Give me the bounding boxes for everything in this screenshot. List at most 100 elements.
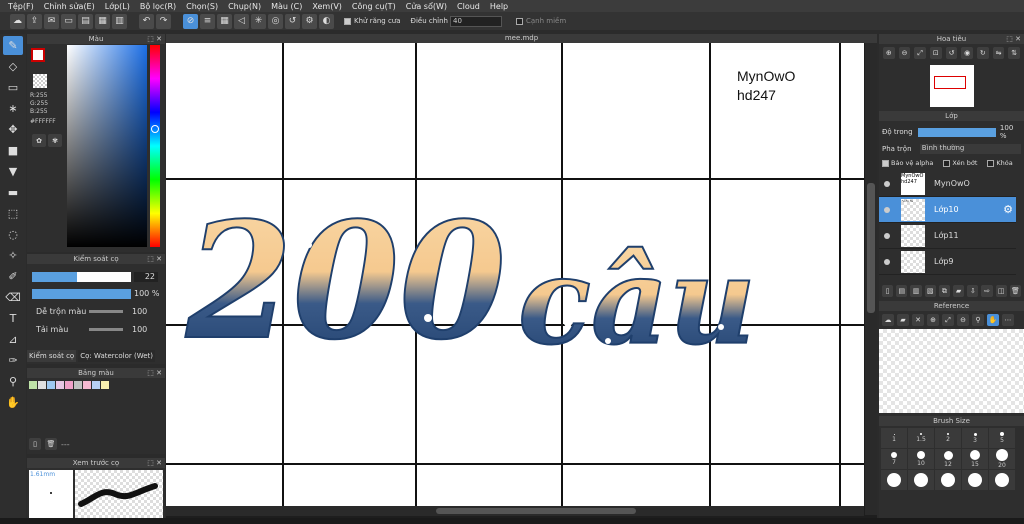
menu-item[interactable]: Chụp(N) [228, 2, 261, 11]
visibility-icon[interactable] [884, 180, 890, 187]
select-eraser-icon[interactable]: ⌫ [3, 288, 23, 307]
hand-icon[interactable]: ✋ [987, 314, 999, 326]
new-1bit-layer-icon[interactable]: ▧ [924, 285, 936, 297]
cloud-upload-icon[interactable]: ☁ [882, 314, 894, 326]
layer-opacity-slider[interactable] [918, 127, 996, 137]
palette-swatch[interactable] [29, 381, 37, 389]
divide-tool-icon[interactable]: ⊿ [3, 330, 23, 349]
rotate-right-icon[interactable]: ↻ [977, 47, 989, 59]
layer-item[interactable]: Lớp11 [879, 223, 1016, 249]
brush-size-cell[interactable] [881, 470, 907, 490]
dot-tool-icon[interactable]: ∗ [3, 99, 23, 118]
horizontal-scrollbar[interactable] [166, 506, 864, 516]
menu-item[interactable]: Help [490, 2, 508, 11]
zoom-out-icon[interactable]: ⊖ [957, 314, 969, 326]
tab-brush-type[interactable]: Cọ: Watercolor (Wet) [78, 350, 155, 362]
brush-size-cell[interactable]: 1.5 [908, 428, 934, 448]
vertical-scrollbar[interactable] [865, 43, 877, 515]
transparent-swatch[interactable] [33, 74, 47, 88]
palette-swatch[interactable] [47, 381, 55, 389]
menu-item[interactable]: Bộ lọc(R) [140, 2, 176, 11]
palette-swatch[interactable] [74, 381, 82, 389]
color-set-icon[interactable]: ✾ [48, 134, 62, 147]
gradient-icon[interactable]: ▬ [3, 183, 23, 202]
export-icon[interactable]: ⇪ [27, 13, 42, 29]
tab-brush-control[interactable]: Kiểm soát cọ [27, 350, 77, 362]
visibility-icon[interactable] [884, 206, 890, 213]
menu-item[interactable]: Cửa sổ(W) [406, 2, 447, 11]
snap-circle-icon[interactable]: ◎ [268, 13, 283, 29]
eyedropper-icon[interactable]: ⚲ [972, 314, 984, 326]
opacity-slider[interactable] [32, 289, 131, 299]
menu-item[interactable]: Công cụ(T) [352, 2, 396, 11]
palette-swatch[interactable] [92, 381, 100, 389]
grid-page-icon[interactable]: ▦ [95, 13, 110, 29]
trash-icon[interactable]: 🗑 [45, 438, 57, 450]
panel-controls-icon[interactable]: ⬚ ✕ [147, 368, 162, 378]
page-icon[interactable]: ▤ [78, 13, 93, 29]
mask-icon[interactable]: ◫ [995, 285, 1007, 297]
chat-icon[interactable]: ✉ [44, 13, 59, 29]
color-square[interactable] [67, 45, 147, 247]
visibility-icon[interactable] [884, 232, 890, 239]
brush-tool-icon[interactable]: ✎ [3, 36, 23, 55]
brush-size-cell[interactable]: 1 [881, 428, 907, 448]
brush-size-cell[interactable] [989, 470, 1015, 490]
opacity-value[interactable]: 100 % [134, 289, 162, 299]
menu-item[interactable]: Chỉnh sửa(E) [44, 2, 95, 11]
menu-item[interactable]: Chọn(S) [186, 2, 218, 11]
bucket-icon[interactable]: ▼ [3, 162, 23, 181]
lasso-icon[interactable]: ◌ [3, 225, 23, 244]
cloud-icon[interactable]: ☁ [10, 13, 25, 29]
gear-icon[interactable]: ⚙ [1003, 203, 1013, 216]
menu-item[interactable]: Xem(V) [312, 2, 342, 11]
brush-size-cell[interactable]: 7 [881, 449, 907, 469]
select-pen-icon[interactable]: ✐ [3, 267, 23, 286]
zoom-in-icon[interactable]: ⊕ [883, 47, 895, 59]
transfer-icon[interactable]: ⇨ [981, 285, 993, 297]
frame-icon[interactable]: ▥ [112, 13, 127, 29]
palette-swatch[interactable] [38, 381, 46, 389]
canvas[interactable]: 200 câu MynOwO hd247 [166, 43, 864, 515]
snap-vanish-icon[interactable]: ◁ [234, 13, 249, 29]
brush-size-cell[interactable]: 2 [935, 428, 961, 448]
clip-checkbox[interactable]: Xén bớt [943, 159, 977, 167]
brush-size-cell[interactable] [908, 470, 934, 490]
panel-controls-icon[interactable]: ⬚ ✕ [1006, 34, 1021, 44]
layer-item[interactable]: ~~~ Lớp10 ⚙ [879, 197, 1016, 223]
undo-icon[interactable]: ↶ [139, 13, 154, 29]
brush-size-cell[interactable] [935, 470, 961, 490]
brush-size-cell[interactable]: 5 [989, 428, 1015, 448]
menu-item[interactable]: Lớp(L) [105, 2, 130, 11]
navigator-preview[interactable] [929, 65, 974, 107]
brush-size-cell[interactable]: 12 [935, 449, 961, 469]
size-slider[interactable] [32, 272, 131, 282]
brush-size-cell[interactable] [962, 470, 988, 490]
size-value[interactable]: 22 [134, 272, 158, 282]
antialias-checkbox[interactable]: Khử răng cưa [344, 17, 401, 25]
eraser-tool-icon[interactable]: ◇ [3, 57, 23, 76]
select-icon[interactable]: ⬚ [3, 204, 23, 223]
panel-controls-icon[interactable]: ⬚ ✕ [147, 458, 162, 468]
settings-icon[interactable]: ⚙ [302, 13, 317, 29]
panel-controls-icon[interactable]: ⬚ ✕ [147, 254, 162, 264]
lock-checkbox[interactable]: Khóa [987, 159, 1013, 167]
visibility-icon[interactable] [884, 258, 890, 265]
hue-handle-icon[interactable] [151, 125, 159, 133]
new-halftone-layer-icon[interactable]: ▤ [896, 285, 908, 297]
open-folder-icon[interactable]: ▰ [897, 314, 909, 326]
fit-icon[interactable]: ⤢ [914, 47, 927, 59]
palette-swatch[interactable] [83, 381, 91, 389]
palette-swatch[interactable] [65, 381, 73, 389]
new-layer-icon[interactable]: ▯ [882, 285, 894, 297]
reference-canvas[interactable] [879, 329, 1024, 413]
brush-size-cell[interactable]: 15 [962, 449, 988, 469]
zoom-in-icon[interactable]: ⊕ [927, 314, 939, 326]
rotate-left-icon[interactable]: ↺ [945, 47, 958, 59]
palette-swatch[interactable] [101, 381, 109, 389]
new-8bit-layer-icon[interactable]: ▥ [910, 285, 922, 297]
rect-fill-icon[interactable]: ■ [3, 141, 23, 160]
more-icon[interactable]: ⋯ [1002, 314, 1014, 326]
select-rect-icon[interactable]: ▭ [3, 78, 23, 97]
flip-v-icon[interactable]: ⇅ [1008, 47, 1021, 59]
